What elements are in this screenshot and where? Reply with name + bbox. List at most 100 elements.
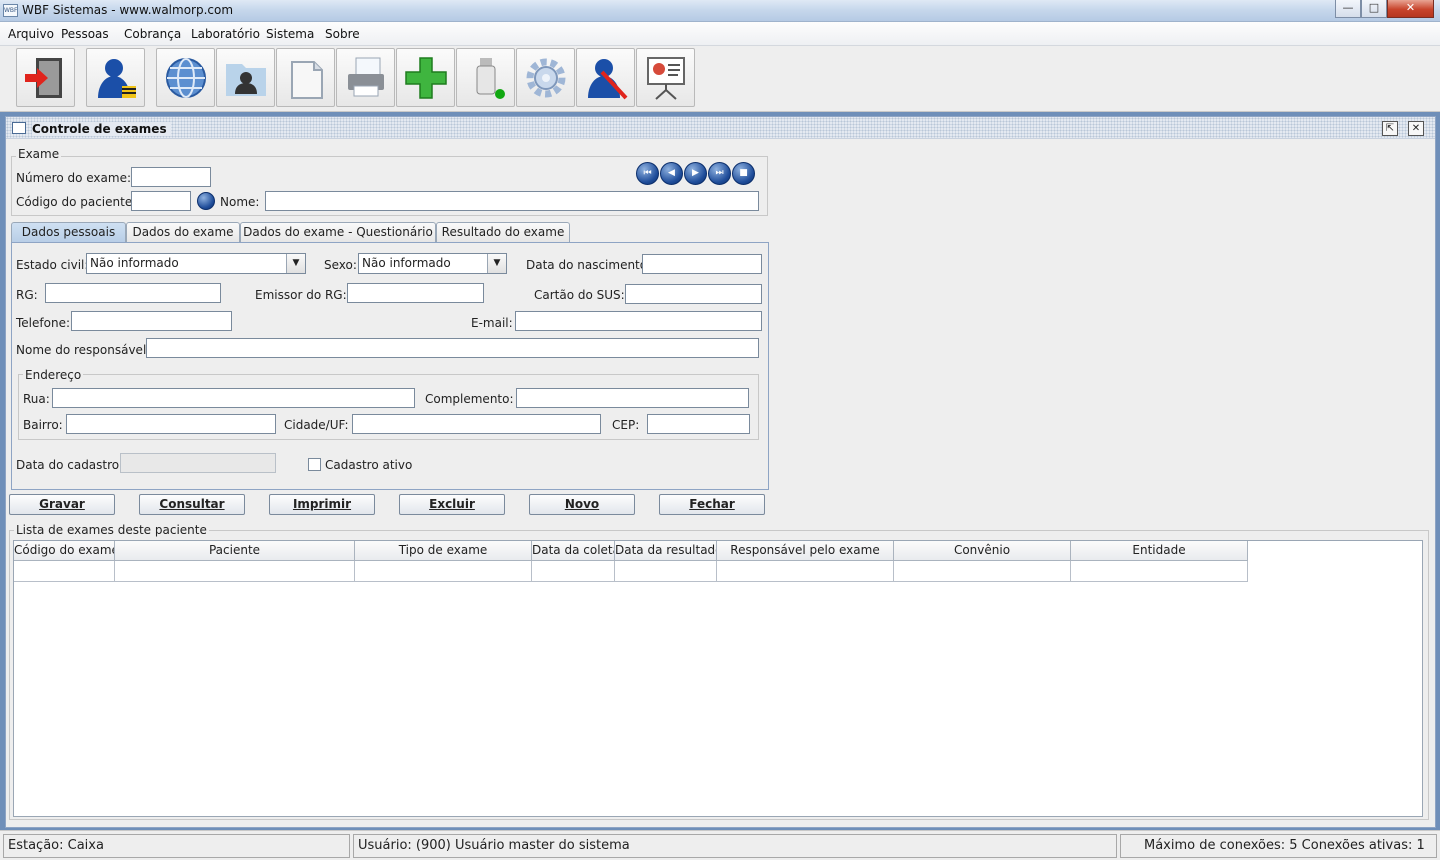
internal-frame: Controle de exames ⇱ ✕ Exame Número do e… bbox=[5, 116, 1436, 828]
email-field[interactable] bbox=[515, 311, 762, 331]
estado-civil-value: Não informado bbox=[90, 256, 179, 270]
toolbar bbox=[0, 46, 1440, 112]
rg-field[interactable] bbox=[45, 283, 221, 303]
chevron-down-icon[interactable]: ▼ bbox=[286, 254, 305, 273]
nascimento-label: Data do nascimento: bbox=[526, 258, 652, 272]
previous-record-icon[interactable]: ◀ bbox=[660, 162, 683, 185]
table-cell[interactable] bbox=[532, 561, 615, 582]
status-usuario: Usuário: (900) Usuário master do sistema bbox=[353, 834, 1117, 858]
col-tipo-exame[interactable]: Tipo de exame bbox=[355, 541, 532, 561]
cep-field[interactable] bbox=[647, 414, 750, 434]
col-data-resultado[interactable]: Data da resultado bbox=[615, 541, 717, 561]
col-codigo-exame[interactable]: Código do exame bbox=[14, 541, 115, 561]
nome-field[interactable] bbox=[265, 191, 759, 211]
responsavel-label: Nome do responsável: bbox=[16, 343, 151, 357]
contacts-button[interactable] bbox=[216, 48, 275, 107]
table-cell[interactable] bbox=[615, 561, 717, 582]
exames-table[interactable]: Código do exame Paciente Tipo de exame D… bbox=[13, 540, 1423, 817]
internal-frame-title-bar[interactable]: Controle de exames ⇱ ✕ bbox=[6, 117, 1435, 139]
record-navigation: ⏮ ◀ ▶ ⏭ ■ bbox=[636, 162, 758, 186]
presentation-button[interactable] bbox=[636, 48, 695, 107]
cep-label: CEP: bbox=[612, 418, 640, 432]
table-cell[interactable] bbox=[717, 561, 894, 582]
last-record-icon[interactable]: ⏭ bbox=[708, 162, 731, 185]
tab-questionario[interactable]: Dados do exame - Questionário bbox=[240, 222, 436, 242]
menu-sistema[interactable]: Sistema bbox=[266, 27, 314, 41]
usb-drive-icon bbox=[476, 57, 505, 99]
table-cell[interactable] bbox=[14, 561, 115, 582]
sexo-label: Sexo: bbox=[324, 258, 357, 272]
menu-laboratorio[interactable]: Laboratório bbox=[191, 27, 260, 41]
nascimento-field[interactable] bbox=[642, 254, 762, 274]
documents-button[interactable] bbox=[276, 48, 335, 107]
window-title-bar[interactable]: WBF WBF Sistemas - www.walmorp.com — □ ✕ bbox=[0, 0, 1440, 22]
next-record-icon[interactable]: ▶ bbox=[684, 162, 707, 185]
close-button[interactable]: ✕ bbox=[1387, 0, 1434, 18]
col-paciente[interactable]: Paciente bbox=[115, 541, 355, 561]
estado-civil-combo[interactable]: Não informado ▼ bbox=[86, 253, 306, 274]
excluir-button[interactable]: Excluir bbox=[399, 494, 505, 515]
responsavel-field[interactable] bbox=[146, 338, 759, 358]
settings-button[interactable] bbox=[516, 48, 575, 107]
col-convenio[interactable]: Convênio bbox=[894, 541, 1071, 561]
frame-close-icon[interactable]: ✕ bbox=[1408, 121, 1424, 136]
backup-button[interactable] bbox=[456, 48, 515, 107]
cadastro-ativo-checkbox[interactable] bbox=[308, 458, 321, 471]
tab-dados-exame[interactable]: Dados do exame bbox=[126, 222, 240, 242]
menu-pessoas[interactable]: Pessoas bbox=[61, 27, 109, 41]
first-record-icon[interactable]: ⏮ bbox=[636, 162, 659, 185]
complemento-field[interactable] bbox=[516, 388, 749, 408]
table-cell[interactable] bbox=[1071, 561, 1248, 582]
settings-gear-icon bbox=[526, 58, 565, 97]
exame-legend: Exame bbox=[16, 147, 62, 161]
codigo-paciente-field[interactable] bbox=[131, 191, 191, 211]
cartao-sus-field[interactable] bbox=[625, 284, 762, 304]
table-cell[interactable] bbox=[115, 561, 355, 582]
window-icon bbox=[12, 122, 26, 134]
consultar-button[interactable]: Consultar bbox=[139, 494, 245, 515]
search-patient-icon[interactable] bbox=[197, 192, 215, 210]
action-buttons: Gravar Consultar Imprimir Excluir Novo F… bbox=[9, 494, 769, 516]
col-entidade[interactable]: Entidade bbox=[1071, 541, 1248, 561]
rua-label: Rua: bbox=[23, 392, 50, 406]
user-edit-button[interactable] bbox=[576, 48, 635, 107]
detach-icon[interactable]: ⇱ bbox=[1382, 121, 1398, 136]
imprimir-button[interactable]: Imprimir bbox=[269, 494, 375, 515]
fechar-button[interactable]: Fechar bbox=[659, 494, 765, 515]
status-estacao: Estação: Caixa bbox=[3, 834, 350, 858]
emissor-rg-field[interactable] bbox=[347, 283, 484, 303]
status-conexoes: Máximo de conexões: 5 Conexões ativas: 1 bbox=[1120, 834, 1437, 858]
menu-cobranca[interactable]: Cobrança bbox=[124, 27, 181, 41]
table-cell[interactable] bbox=[894, 561, 1071, 582]
exit-button[interactable] bbox=[16, 48, 75, 107]
users-button[interactable] bbox=[86, 48, 145, 107]
table-cell[interactable] bbox=[355, 561, 532, 582]
col-data-coleta[interactable]: Data da coleta bbox=[532, 541, 615, 561]
menu-sobre[interactable]: Sobre bbox=[325, 27, 360, 41]
web-button[interactable] bbox=[156, 48, 215, 107]
email-label: E-mail: bbox=[471, 316, 513, 330]
telefone-field[interactable] bbox=[71, 311, 232, 331]
chevron-down-icon[interactable]: ▼ bbox=[487, 254, 506, 273]
stop-icon[interactable]: ■ bbox=[732, 162, 755, 185]
menu-arquivo[interactable]: Arquivo bbox=[8, 27, 54, 41]
rua-field[interactable] bbox=[52, 388, 415, 408]
tab-dados-pessoais[interactable]: Dados pessoais bbox=[11, 222, 126, 243]
bairro-field[interactable] bbox=[66, 414, 276, 434]
tab-resultado[interactable]: Resultado do exame bbox=[436, 222, 570, 242]
gravar-button[interactable]: Gravar bbox=[9, 494, 115, 515]
novo-button[interactable]: Novo bbox=[529, 494, 635, 515]
col-responsavel[interactable]: Responsável pelo exame bbox=[717, 541, 894, 561]
sexo-combo[interactable]: Não informado ▼ bbox=[358, 253, 507, 274]
add-button[interactable] bbox=[396, 48, 455, 107]
table-header: Código do exame Paciente Tipo de exame D… bbox=[14, 541, 1248, 582]
printer-icon bbox=[347, 57, 384, 96]
cadastro-ativo-label: Cadastro ativo bbox=[325, 458, 413, 472]
estado-civil-label: Estado civil: bbox=[16, 258, 89, 272]
maximize-button[interactable]: □ bbox=[1361, 0, 1387, 18]
print-button[interactable] bbox=[336, 48, 395, 107]
numero-exame-field[interactable] bbox=[131, 167, 211, 187]
minimize-button[interactable]: — bbox=[1335, 0, 1361, 18]
cidade-uf-field[interactable] bbox=[352, 414, 601, 434]
complemento-label: Complemento: bbox=[425, 392, 514, 406]
